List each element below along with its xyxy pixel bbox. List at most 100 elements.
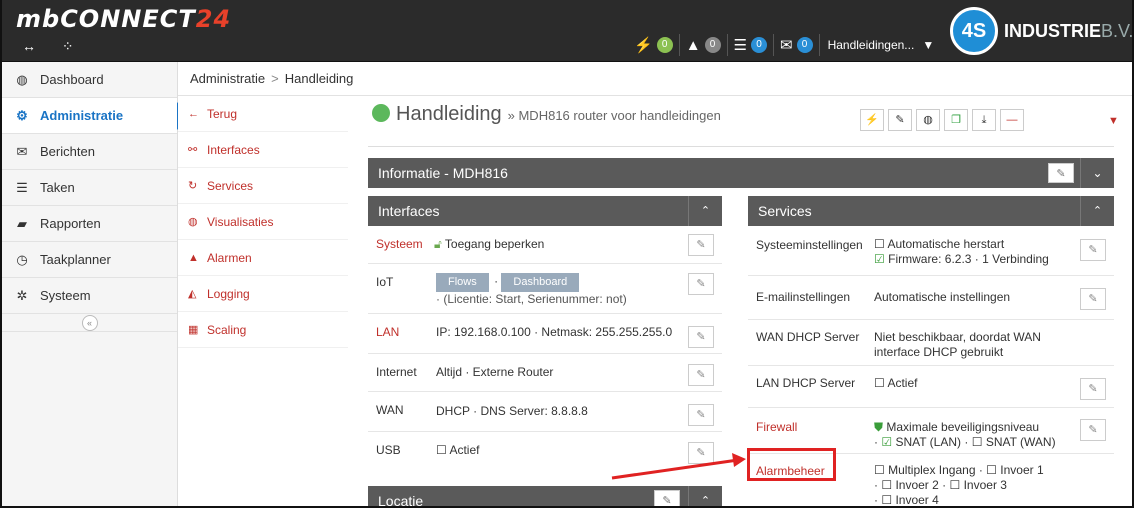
collapse-services-button[interactable]: ⌃ (1080, 196, 1114, 226)
subnav-label: Services (207, 178, 254, 193)
dashboard-button[interactable]: ◍ (916, 109, 940, 131)
toolbar-caret-icon[interactable]: ▼ (1108, 115, 1119, 127)
user-menu[interactable]: Handleidingen... ▼ (820, 38, 943, 52)
collapse-locatie-button[interactable]: ⌃ (688, 486, 722, 507)
subnav-interfaces[interactable]: ⚯ Interfaces (178, 132, 348, 168)
edit-locatie-button[interactable]: ✎ (654, 490, 680, 507)
collapse-info-button[interactable]: ⌄ (1080, 158, 1114, 188)
interfaces-panel: Interfaces ⌃ Systeem 🔓︎ Toegang beperken… (368, 196, 722, 472)
chevron-up-icon: ⌃ (700, 495, 711, 507)
edit-wan-button[interactable]: ✎ (688, 404, 714, 426)
edit-firewall-button[interactable]: ✎ (1080, 419, 1106, 441)
settings-button[interactable]: ✎ (888, 109, 912, 131)
service-row-wan-dhcp: WAN DHCP Server Niet beschikbaar, doorda… (748, 320, 1114, 366)
edit-lan-dhcp-button[interactable]: ✎ (1080, 378, 1106, 400)
subnav-services[interactable]: ↻ Services (178, 168, 348, 204)
interface-row-internet: Internet Altijd · Externe Router ✎ (368, 354, 722, 392)
interface-value: IP: 192.168.0.100 · Netmask: 255.255.255… (436, 325, 673, 339)
area-chart-icon: ◭ (188, 288, 197, 300)
edit-info-button[interactable]: ✎ (1048, 163, 1074, 183)
checkbox-icon: ☐ (874, 376, 885, 390)
service-label: E-mailinstellingen (756, 290, 851, 304)
breadcrumb-administratie[interactable]: Administratie (190, 71, 265, 86)
arrows-icon[interactable]: ↔ (22, 38, 36, 54)
service-row-systeeminstellingen: Systeeminstellingen ☐ Automatische herst… (748, 226, 1114, 276)
sidebar-item-taken[interactable]: ☰ Taken (2, 170, 177, 206)
mail-icon: ✉ (780, 37, 793, 54)
sidebar-item-dashboard[interactable]: ◍ Dashboard (2, 62, 177, 98)
service-label: LAN DHCP Server (756, 376, 856, 390)
service-row-lan-dhcp: LAN DHCP Server ☐ Actief ✎ (748, 366, 1114, 408)
edit-icon: ✎ (1088, 424, 1098, 436)
tasks-count-badge: 0 (751, 37, 767, 53)
breadcrumb: Administratie > Handleiding (178, 62, 1132, 96)
service-link-firewall[interactable]: Firewall (756, 420, 797, 434)
shield-icon: ⛊ (874, 420, 884, 434)
remove-button[interactable]: — (1000, 109, 1024, 131)
edit-systeeminstellingen-button[interactable]: ✎ (1080, 239, 1106, 261)
edit-icon: ✎ (1088, 383, 1098, 395)
device-toolbar: ⚡ ✎ ◍ ❐ ⤓ — (860, 109, 1024, 131)
collapse-sidebar-button[interactable]: « (81, 314, 98, 331)
subnav-label: Logging (207, 286, 250, 301)
caret-down-icon: ▼ (922, 38, 935, 52)
service-value: ☐ Multiplex Ingang · ☐ Invoer 1 · ☐ Invo… (874, 463, 1044, 507)
edit-email-button[interactable]: ✎ (1080, 288, 1106, 310)
checked-icon: ☑ (874, 252, 885, 266)
interface-value: ☐ Actief (436, 443, 480, 457)
tasks-badge-group[interactable]: ☰ 0 (728, 34, 774, 56)
messages-badge-group[interactable]: ✉ 0 (774, 34, 820, 56)
interfaces-panel-header: Interfaces ⌃ (368, 196, 722, 226)
edit-systeem-button[interactable]: ✎ (688, 234, 714, 256)
edit-icon: ✎ (1088, 244, 1098, 256)
subnav-terug[interactable]: ← Terug (178, 96, 348, 132)
cogs-icon: ⚙ (16, 107, 28, 123)
edit-icon: ✎ (696, 331, 706, 343)
sidebar-item-label: Taken (40, 180, 75, 195)
logo: mbCONNECT24 (16, 5, 232, 33)
warnings-badge-group[interactable]: ▲ 0 (680, 34, 728, 56)
service-value: Niet beschikbaar, doordat WAN interface D… (874, 330, 1041, 359)
status-dot-icon (372, 104, 390, 122)
subnav-scaling[interactable]: ▦ Scaling (178, 312, 348, 348)
interface-value: 🔓︎ Toegang beperken (434, 237, 545, 251)
sidebar-item-berichten[interactable]: ✉ Berichten (2, 134, 177, 170)
unlock-icon: 🔓︎ (434, 237, 442, 251)
brand-logo: 4S INDUSTRIE B.V. (950, 6, 1132, 56)
device-description: » MDH816 router voor handleidingen (507, 108, 721, 123)
sidebar-item-label: Berichten (40, 144, 95, 159)
subnav-visualisaties[interactable]: ◍ Visualisaties (178, 204, 348, 240)
checkbox-icon: ☐ (949, 478, 961, 492)
dashboard-button[interactable]: Dashboard (501, 273, 580, 292)
checkbox-icon: ☐ (986, 463, 997, 477)
collapse-interfaces-button[interactable]: ⌃ (688, 196, 722, 226)
chevron-up-icon: ⌃ (700, 205, 711, 217)
sidebar-item-label: Dashboard (40, 72, 104, 87)
download-button[interactable]: ⤓ (972, 109, 996, 131)
subnav-alarmen[interactable]: ▲ Alarmen (178, 240, 348, 276)
edit-iot-button[interactable]: ✎ (688, 273, 714, 295)
alerts-badge-group[interactable]: ⚡ 0 (628, 34, 680, 56)
interface-link-systeem[interactable]: Systeem (376, 237, 423, 251)
interface-link-lan[interactable]: LAN (376, 325, 399, 339)
checkbox-icon: ☐ (881, 478, 893, 492)
server-icon: ☰ (733, 37, 747, 54)
interfaces-panel-title: Interfaces (378, 203, 440, 219)
edit-internet-button[interactable]: ✎ (688, 364, 714, 386)
sidebar-item-rapporten[interactable]: ▰ Rapporten (2, 206, 177, 242)
services-panel-header: Services ⌃ (748, 196, 1114, 226)
bolt-button[interactable]: ⚡ (860, 109, 884, 131)
sidebar-item-taakplanner[interactable]: ◷ Taakplanner (2, 242, 177, 278)
subnav-logging[interactable]: ◭ Logging (178, 276, 348, 312)
sidebar-item-systeem[interactable]: ✲ Systeem (2, 278, 177, 314)
checkbox-icon: ☐ (874, 237, 885, 251)
flows-button[interactable]: Flows (436, 273, 489, 292)
bolt-count-badge: 0 (656, 37, 673, 53)
copy-button[interactable]: ❐ (944, 109, 968, 131)
sidebar-item-administratie[interactable]: ⚙ Administratie (2, 98, 189, 134)
clock-icon: ◷ (16, 251, 28, 267)
edit-icon: ✎ (696, 239, 706, 251)
edit-icon: ✎ (662, 495, 672, 507)
edit-lan-button[interactable]: ✎ (688, 326, 714, 348)
locatie-panel-header: Locatie ✎ ⌃ (368, 486, 722, 507)
